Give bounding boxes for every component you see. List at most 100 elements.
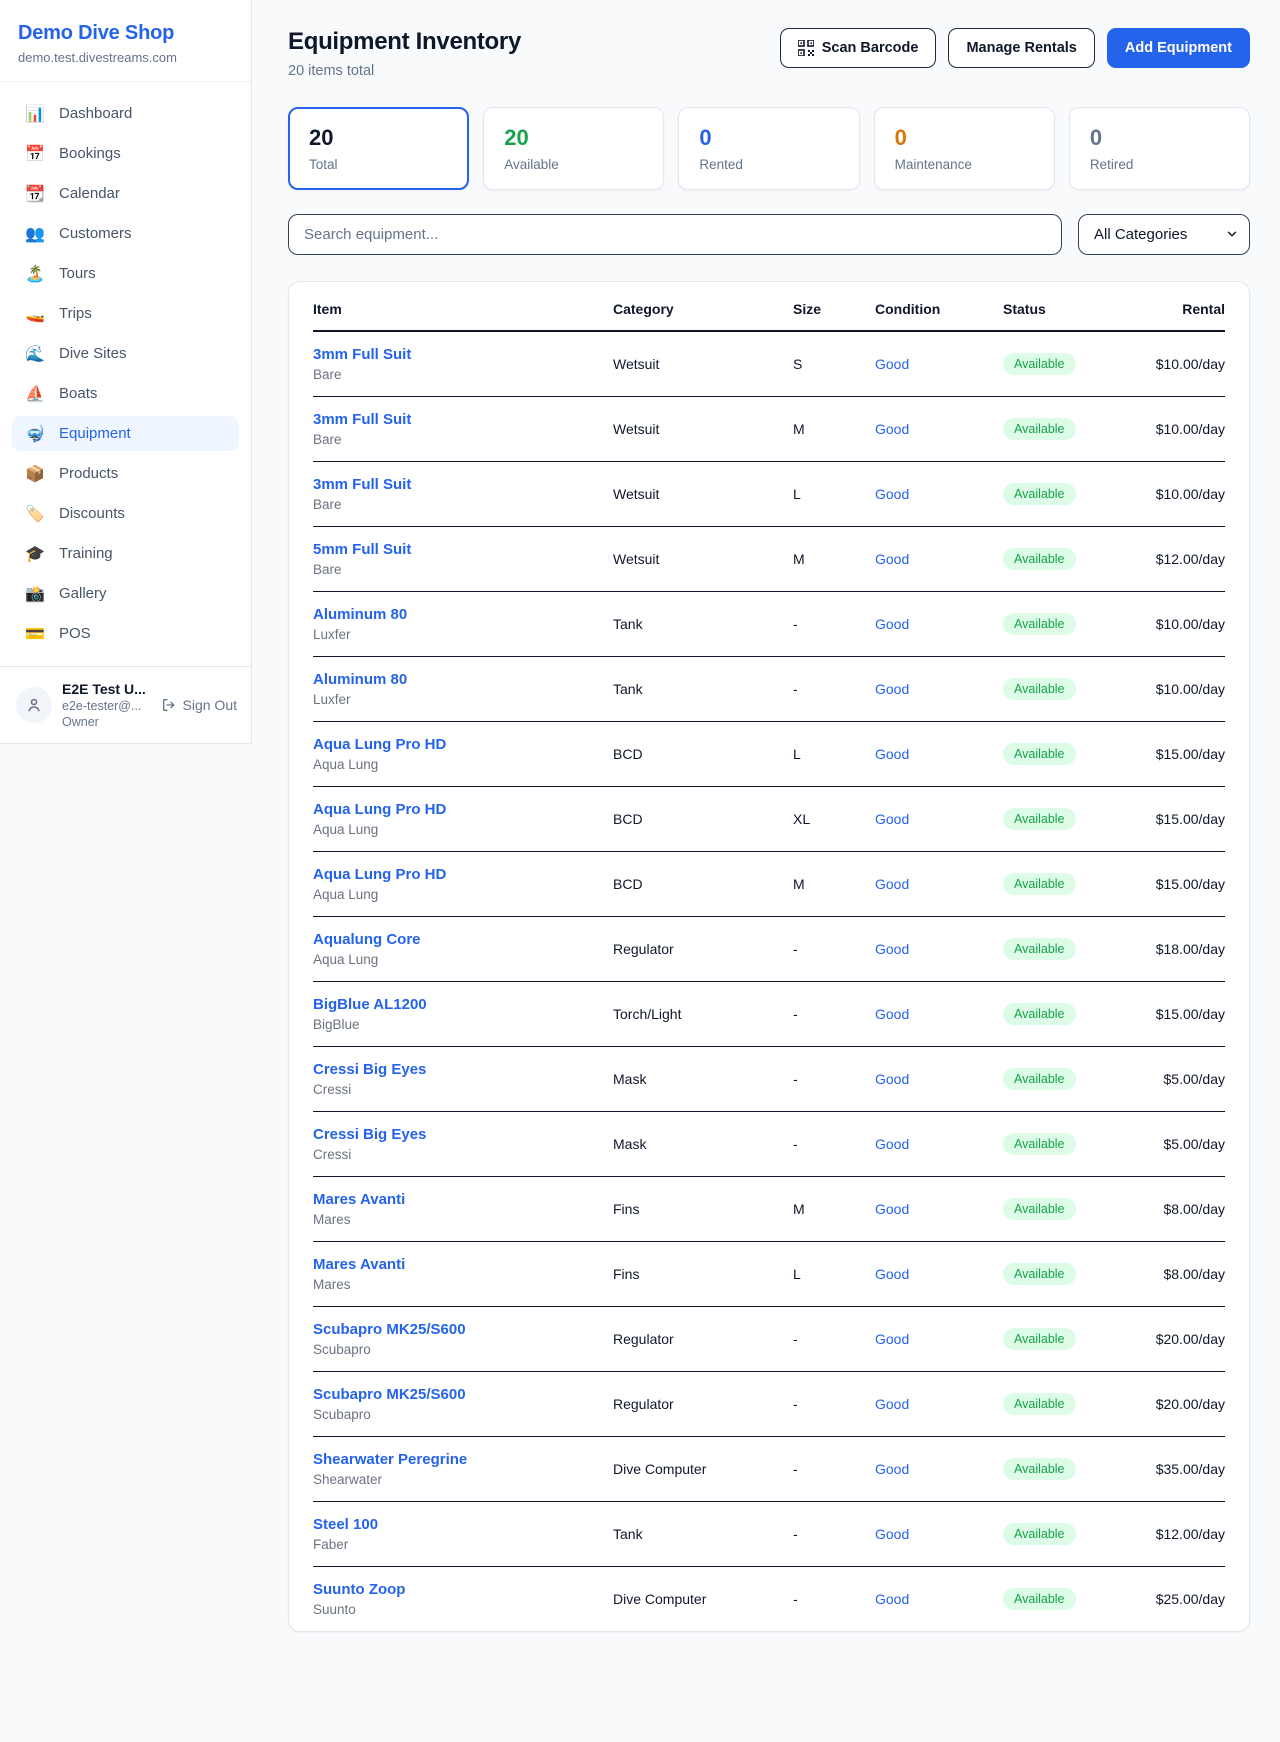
sidebar-item-products[interactable]: 📦 Products: [12, 456, 239, 491]
rental-rate: $15.00/day: [1155, 722, 1225, 787]
item-category: Tank: [613, 657, 793, 722]
table-row: 5mm Full Suit Bare Wetsuit M Good Availa…: [313, 527, 1225, 592]
item-name-link[interactable]: Mares Avanti: [313, 1256, 405, 1273]
rental-rate: $12.00/day: [1155, 527, 1225, 592]
item-category: Regulator: [613, 1307, 793, 1372]
item-name-link[interactable]: 3mm Full Suit: [313, 346, 411, 363]
condition-link[interactable]: Good: [875, 356, 909, 372]
rental-rate: $18.00/day: [1155, 917, 1225, 982]
shop-domain: demo.test.divestreams.com: [18, 50, 233, 65]
rental-rate: $8.00/day: [1155, 1177, 1225, 1242]
item-name-link[interactable]: 5mm Full Suit: [313, 541, 411, 558]
sidebar-item-discounts[interactable]: 🏷️ Discounts: [12, 496, 239, 531]
scan-barcode-label: Scan Barcode: [822, 40, 919, 56]
item-name-link[interactable]: Aluminum 80: [313, 671, 407, 688]
condition-link[interactable]: Good: [875, 681, 909, 697]
condition-link[interactable]: Good: [875, 746, 909, 762]
item-category: Mask: [613, 1047, 793, 1112]
item-name-link[interactable]: Steel 100: [313, 1516, 378, 1533]
manage-rentals-button[interactable]: Manage Rentals: [948, 28, 1094, 68]
condition-link[interactable]: Good: [875, 551, 909, 567]
item-brand: Suunto: [313, 1602, 605, 1617]
sidebar-item-tours[interactable]: 🏝️ Tours: [12, 256, 239, 291]
condition-link[interactable]: Good: [875, 1071, 909, 1087]
item-name-link[interactable]: Aluminum 80: [313, 606, 407, 623]
condition-link[interactable]: Good: [875, 1461, 909, 1477]
sidebar-item-bookings[interactable]: 📅 Bookings: [12, 136, 239, 171]
sidebar-item-trips[interactable]: 🚤 Trips: [12, 296, 239, 331]
condition-link[interactable]: Good: [875, 1266, 909, 1282]
search-input[interactable]: [288, 214, 1062, 255]
rental-rate: $15.00/day: [1155, 852, 1225, 917]
sidebar-item-boats[interactable]: ⛵ Boats: [12, 376, 239, 411]
item-name-link[interactable]: 3mm Full Suit: [313, 476, 411, 493]
scan-barcode-button[interactable]: Scan Barcode: [780, 28, 937, 68]
item-name-link[interactable]: BigBlue AL1200: [313, 996, 427, 1013]
item-category: Torch/Light: [613, 982, 793, 1047]
item-name-link[interactable]: Aqualung Core: [313, 931, 421, 948]
item-brand: Bare: [313, 367, 605, 382]
item-name-link[interactable]: Cressi Big Eyes: [313, 1061, 426, 1078]
rental-rate: $10.00/day: [1155, 462, 1225, 527]
brand-header: Demo Dive Shop demo.test.divestreams.com: [0, 0, 251, 82]
item-brand: Mares: [313, 1212, 605, 1227]
rental-rate: $10.00/day: [1155, 657, 1225, 722]
condition-link[interactable]: Good: [875, 486, 909, 502]
condition-link[interactable]: Good: [875, 1526, 909, 1542]
condition-link[interactable]: Good: [875, 421, 909, 437]
item-brand: Aqua Lung: [313, 822, 605, 837]
status-badge: Available: [1003, 483, 1076, 505]
sidebar-item-dive-sites[interactable]: 🌊 Dive Sites: [12, 336, 239, 371]
sidebar-item-dashboard[interactable]: 📊 Dashboard: [12, 96, 239, 131]
item-name-link[interactable]: Shearwater Peregrine: [313, 1451, 467, 1468]
category-select[interactable]: All Categories: [1078, 214, 1250, 255]
stat-card-available[interactable]: 20 Available: [483, 107, 664, 190]
header-actions: Scan Barcode Manage Rentals Add Equipmen…: [780, 28, 1250, 68]
item-name-link[interactable]: Aqua Lung Pro HD: [313, 866, 446, 883]
condition-link[interactable]: Good: [875, 1396, 909, 1412]
item-category: Regulator: [613, 917, 793, 982]
item-name-link[interactable]: Scubapro MK25/S600: [313, 1386, 466, 1403]
products-icon: 📦: [24, 466, 46, 482]
add-equipment-button[interactable]: Add Equipment: [1107, 28, 1250, 68]
item-name-link[interactable]: Aqua Lung Pro HD: [313, 801, 446, 818]
item-size: -: [793, 1112, 875, 1177]
stat-card-maintenance[interactable]: 0 Maintenance: [874, 107, 1055, 190]
condition-link[interactable]: Good: [875, 1201, 909, 1217]
condition-link[interactable]: Good: [875, 811, 909, 827]
rental-rate: $25.00/day: [1155, 1567, 1225, 1632]
item-name-link[interactable]: Aqua Lung Pro HD: [313, 736, 446, 753]
rental-rate: $35.00/day: [1155, 1437, 1225, 1502]
sidebar-item-equipment[interactable]: 🤿 Equipment: [12, 416, 239, 451]
item-brand: BigBlue: [313, 1017, 605, 1032]
condition-link[interactable]: Good: [875, 1136, 909, 1152]
item-name-link[interactable]: Cressi Big Eyes: [313, 1126, 426, 1143]
sidebar-item-gallery[interactable]: 📸 Gallery: [12, 576, 239, 611]
table-row: Scubapro MK25/S600 Scubapro Regulator - …: [313, 1372, 1225, 1437]
stat-card-rented[interactable]: 0 Rented: [678, 107, 859, 190]
condition-link[interactable]: Good: [875, 1331, 909, 1347]
item-name-link[interactable]: Suunto Zoop: [313, 1581, 405, 1598]
sidebar-item-customers[interactable]: 👥 Customers: [12, 216, 239, 251]
sign-out-button[interactable]: Sign Out: [161, 697, 237, 713]
stat-card-retired[interactable]: 0 Retired: [1069, 107, 1250, 190]
sidebar-item-pos[interactable]: 💳 POS: [12, 616, 239, 651]
item-name-link[interactable]: Mares Avanti: [313, 1191, 405, 1208]
stat-card-total[interactable]: 20 Total: [288, 107, 469, 190]
condition-link[interactable]: Good: [875, 941, 909, 957]
condition-link[interactable]: Good: [875, 1591, 909, 1607]
item-name-link[interactable]: 3mm Full Suit: [313, 411, 411, 428]
status-badge: Available: [1003, 1263, 1076, 1285]
status-badge: Available: [1003, 678, 1076, 700]
item-name-link[interactable]: Scubapro MK25/S600: [313, 1321, 466, 1338]
rental-rate: $5.00/day: [1155, 1112, 1225, 1177]
sidebar-item-calendar[interactable]: 📆 Calendar: [12, 176, 239, 211]
condition-link[interactable]: Good: [875, 876, 909, 892]
rental-rate: $20.00/day: [1155, 1372, 1225, 1437]
sidebar-item-training[interactable]: 🎓 Training: [12, 536, 239, 571]
status-badge: Available: [1003, 1003, 1076, 1025]
rental-rate: $10.00/day: [1155, 592, 1225, 657]
condition-link[interactable]: Good: [875, 616, 909, 632]
condition-link[interactable]: Good: [875, 1006, 909, 1022]
column-header-rental: Rental: [1155, 282, 1225, 331]
